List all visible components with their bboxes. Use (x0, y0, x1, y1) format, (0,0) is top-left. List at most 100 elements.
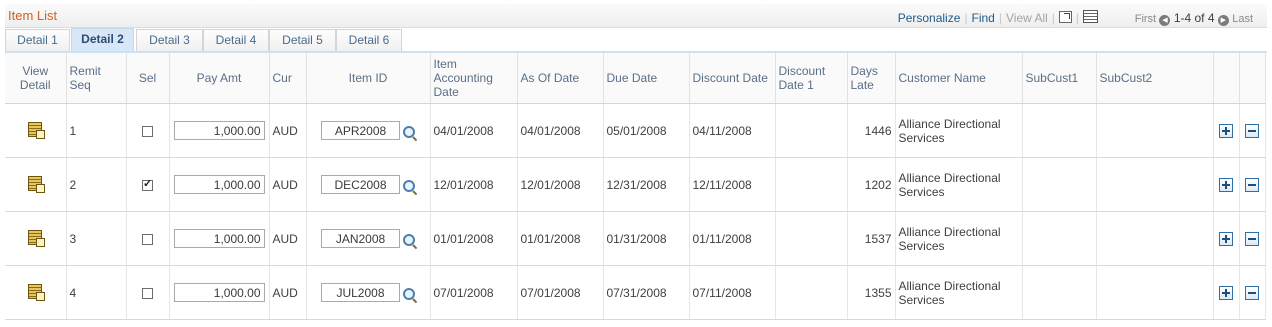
view-detail-icon[interactable] (28, 121, 46, 139)
detail-tabs: Detail 1 Detail 2 Detail 3 Detail 4 Deta… (5, 27, 1267, 53)
currency: AUD (269, 103, 307, 158)
row-range: 1-4 of 4 (1173, 11, 1215, 25)
table-row: 4 1,000.00 AUD JUL2008 07/01/2008 07/01/… (5, 265, 1266, 320)
next-arrow-icon[interactable]: ▶ (1217, 15, 1229, 26)
grid-header-bar: Item List Personalize | Find | View All | | Fi… (5, 4, 1267, 28)
personalize-link[interactable]: Personalize (898, 11, 961, 25)
separator: | (1075, 11, 1080, 25)
subcust2 (1096, 265, 1214, 320)
add-row-icon[interactable] (1219, 123, 1233, 138)
col-discount-date: Discount Date (689, 53, 776, 104)
days-late: 1355 (847, 265, 896, 320)
lookup-icon[interactable] (403, 179, 415, 192)
item-accounting-date: 01/01/2008 (430, 211, 518, 266)
select-checkbox[interactable] (142, 177, 153, 191)
delete-row-icon[interactable] (1245, 123, 1259, 138)
tab-detail-2[interactable]: Detail 2 (71, 28, 134, 51)
col-sel: Sel (126, 53, 170, 104)
as-of-date: 04/01/2008 (517, 103, 604, 158)
remit-seq: 4 (66, 265, 127, 320)
subcust2 (1096, 103, 1214, 158)
select-checkbox[interactable] (142, 125, 153, 137)
select-checkbox[interactable] (142, 287, 153, 299)
add-row-icon[interactable] (1219, 231, 1233, 246)
due-date: 01/31/2008 (603, 211, 690, 266)
discount-date-1 (775, 265, 848, 320)
subcust1 (1022, 103, 1097, 158)
find-link[interactable]: Find (972, 11, 995, 25)
discount-date-1 (775, 157, 848, 212)
item-id-input[interactable]: APR2008 (321, 121, 400, 140)
subcust2 (1096, 211, 1214, 266)
delete-row-icon[interactable] (1245, 177, 1259, 192)
grid-header-row: View Detail Remit Seq Sel Pay Amt Cur It… (5, 53, 1266, 104)
currency: AUD (269, 211, 307, 266)
col-delete (1239, 53, 1266, 104)
item-accounting-date: 07/01/2008 (430, 265, 518, 320)
col-subcust1: SubCust1 (1022, 53, 1097, 104)
currency: AUD (269, 157, 307, 212)
customer-name: Alliance Directional Services (895, 265, 1023, 320)
col-cur: Cur (269, 53, 307, 104)
col-subcust2: SubCust2 (1096, 53, 1214, 104)
due-date: 12/31/2008 (603, 157, 690, 212)
add-row-icon[interactable] (1219, 177, 1233, 192)
view-detail-icon[interactable] (28, 283, 46, 301)
discount-date: 04/11/2008 (689, 103, 776, 158)
subcust1 (1022, 211, 1097, 266)
subcust2 (1096, 157, 1214, 212)
table-row: 2 1,000.00 AUD DEC2008 12/01/2008 12/01/… (5, 157, 1266, 212)
item-list-grid: View Detail Remit Seq Sel Pay Amt Cur It… (5, 53, 1266, 320)
delete-row-icon[interactable] (1245, 285, 1259, 300)
pay-amt-input[interactable]: 1,000.00 (173, 229, 265, 248)
select-checkbox[interactable] (142, 233, 153, 245)
days-late: 1202 (847, 157, 896, 212)
col-days-late: Days Late (847, 53, 896, 104)
separator: | (998, 11, 1002, 25)
pay-amt-input[interactable]: 1,000.00 (173, 283, 265, 302)
customer-name: Alliance Directional Services (895, 211, 1023, 266)
last-link[interactable]: Last (1232, 13, 1253, 25)
col-due-date: Due Date (603, 53, 690, 104)
lookup-icon[interactable] (403, 125, 415, 138)
discount-date: 12/11/2008 (689, 157, 776, 212)
pay-amt-input[interactable]: 1,000.00 (173, 175, 265, 194)
delete-row-icon[interactable] (1245, 231, 1259, 246)
customer-name: Alliance Directional Services (895, 103, 1023, 158)
separator: | (1051, 11, 1055, 25)
add-row-icon[interactable] (1219, 285, 1233, 300)
pay-amt-input[interactable]: 1,000.00 (173, 121, 265, 140)
col-item-id: Item ID (306, 53, 431, 104)
remit-seq: 1 (66, 103, 127, 158)
col-pay-amt: Pay Amt (169, 53, 270, 104)
discount-date-1 (775, 103, 848, 158)
new-window-icon[interactable] (1058, 11, 1072, 23)
customer-name: Alliance Directional Services (895, 157, 1023, 212)
first-link[interactable]: First (1135, 13, 1156, 25)
col-customer-name: Customer Name (895, 53, 1023, 104)
discount-date: 01/11/2008 (689, 211, 776, 266)
lookup-icon[interactable] (403, 233, 415, 246)
remit-seq: 2 (66, 157, 127, 212)
view-detail-icon[interactable] (28, 229, 46, 247)
item-id-input[interactable]: DEC2008 (321, 175, 400, 194)
tab-detail-3[interactable]: Detail 3 (136, 29, 203, 51)
as-of-date: 07/01/2008 (517, 265, 604, 320)
previous-arrow-icon[interactable]: ◀ (1159, 15, 1171, 26)
tab-detail-5[interactable]: Detail 5 (269, 29, 336, 51)
tab-detail-4[interactable]: Detail 4 (203, 29, 269, 51)
tab-detail-6[interactable]: Detail 6 (336, 29, 402, 51)
view-detail-icon[interactable] (28, 175, 46, 193)
discount-date-1 (775, 211, 848, 266)
grid-title: Item List (8, 8, 58, 23)
item-accounting-date: 12/01/2008 (430, 157, 518, 212)
view-all-link[interactable]: View All (1006, 11, 1048, 25)
due-date: 05/01/2008 (603, 103, 690, 158)
item-id-input[interactable]: JAN2008 (321, 229, 400, 248)
lookup-icon[interactable] (403, 287, 415, 300)
download-icon[interactable] (1083, 10, 1099, 23)
col-add (1213, 53, 1240, 104)
days-late: 1446 (847, 103, 896, 158)
item-id-input[interactable]: JUL2008 (321, 283, 400, 302)
tab-detail-1[interactable]: Detail 1 (5, 29, 70, 51)
